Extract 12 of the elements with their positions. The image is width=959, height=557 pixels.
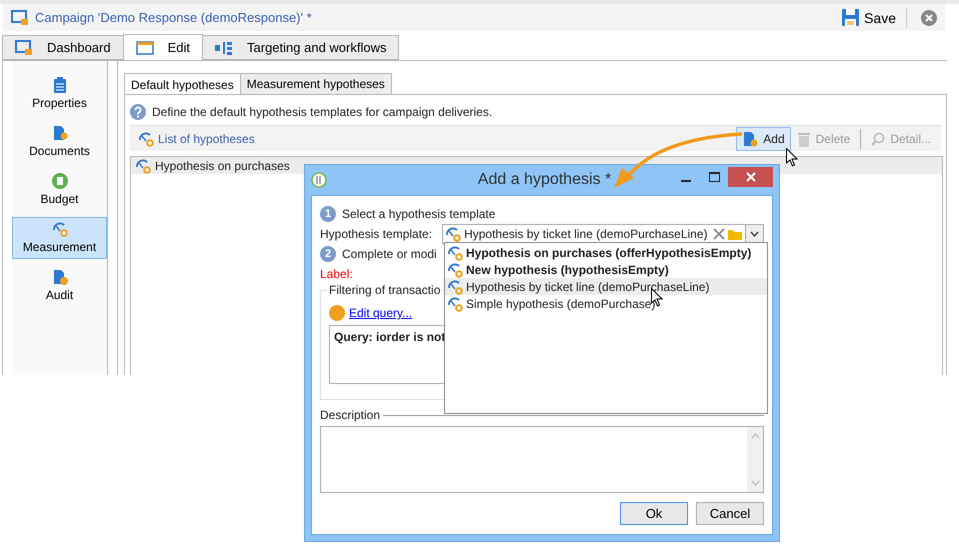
- group-legend: Description: [320, 408, 380, 422]
- step-label: Complete or modi: [342, 247, 437, 261]
- list-title: List of hypotheses: [158, 132, 256, 146]
- info-text: Define the default hypothesis templates for campaign deliveries.: [152, 105, 492, 119]
- step-label: Select a hypothesis template: [342, 207, 496, 221]
- window-title: Campaign 'Demo Response (demoResponse)' *: [35, 10, 313, 25]
- field-label: Label:: [320, 267, 353, 281]
- dialog-title: Add a hypothesis *: [476, 171, 612, 189]
- step-number: 1: [320, 206, 336, 222]
- field-label: Hypothesis template:: [320, 227, 432, 241]
- step-number: 2: [320, 246, 336, 262]
- group-legend: Filtering of transactio: [327, 283, 442, 297]
